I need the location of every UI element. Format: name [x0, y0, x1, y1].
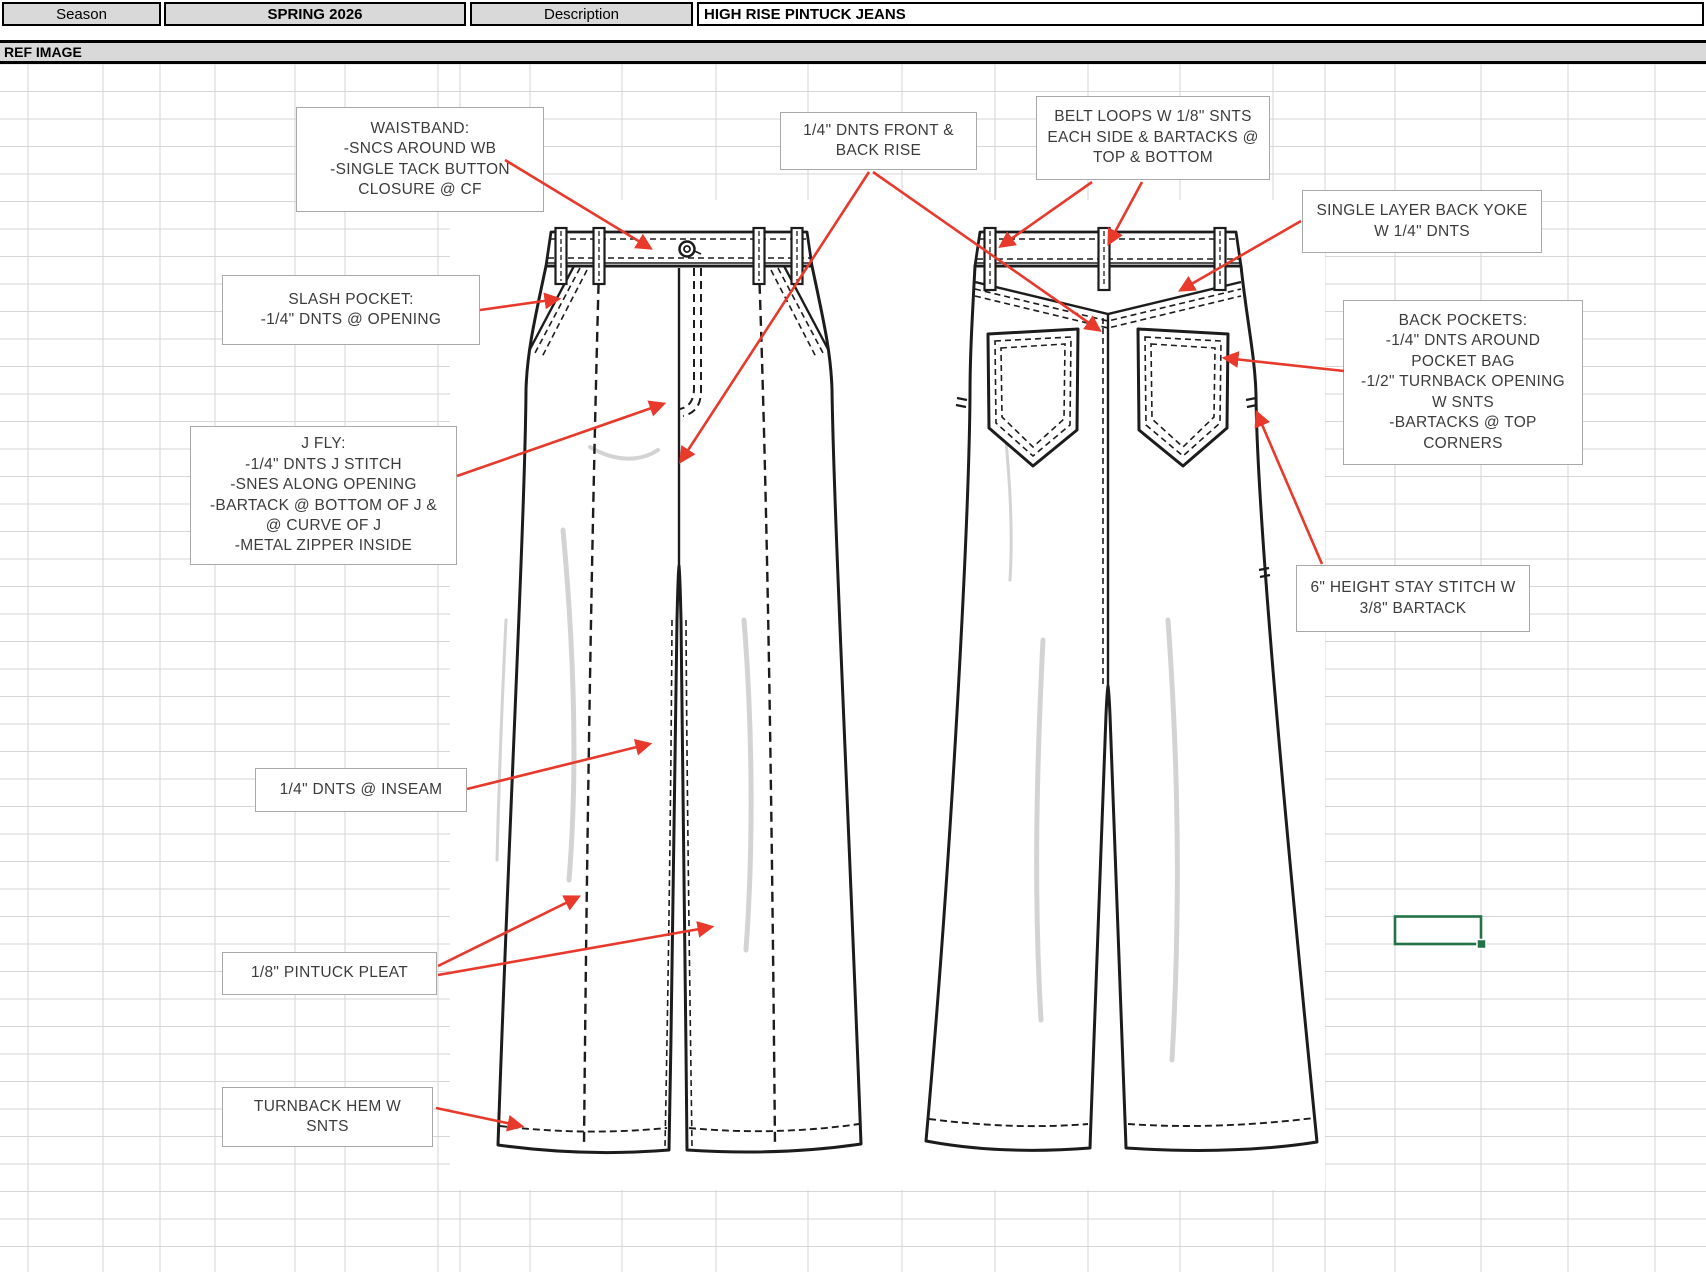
ref-image-label: REF IMAGE — [4, 44, 82, 60]
callout-waistband: WAISTBAND: -SNCS AROUND WB -SINGLE TACK … — [296, 107, 544, 212]
season-value-cell[interactable]: SPRING 2026 — [164, 2, 466, 26]
description-label-cell[interactable]: Description — [470, 2, 693, 26]
callout-hem: TURNBACK HEM W SNTS — [222, 1087, 433, 1147]
selected-cell[interactable] — [1393, 915, 1487, 950]
callout-stay-stitch: 6" HEIGHT STAY STITCH W 3/8" BARTACK — [1296, 565, 1530, 632]
callout-back-yoke: SINGLE LAYER BACK YOKE W 1/4" DNTS — [1302, 190, 1542, 253]
fill-handle-icon[interactable] — [1476, 938, 1487, 950]
excel-spec-sheet: { "header": { "season_label": "Season", … — [0, 0, 1706, 1272]
callout-slash-pocket: SLASH POCKET: -1/4" DNTS @ OPENING — [222, 275, 480, 345]
ref-image-section-header: REF IMAGE — [0, 40, 1706, 64]
callout-rise: 1/4" DNTS FRONT & BACK RISE — [780, 112, 977, 170]
callout-inseam: 1/4" DNTS @ INSEAM — [255, 768, 467, 812]
season-label-cell[interactable]: Season — [2, 2, 161, 26]
description-value-cell[interactable]: HIGH RISE PINTUCK JEANS — [697, 2, 1704, 26]
callout-j-fly: J FLY: -1/4" DNTS J STITCH -SNES ALONG O… — [190, 426, 457, 565]
callout-pintuck: 1/8" PINTUCK PLEAT — [222, 952, 437, 995]
callout-back-pockets: BACK POCKETS: -1/4" DNTS AROUND POCKET B… — [1343, 300, 1583, 465]
callout-belt-loops: BELT LOOPS W 1/8" SNTS EACH SIDE & BARTA… — [1036, 96, 1270, 180]
